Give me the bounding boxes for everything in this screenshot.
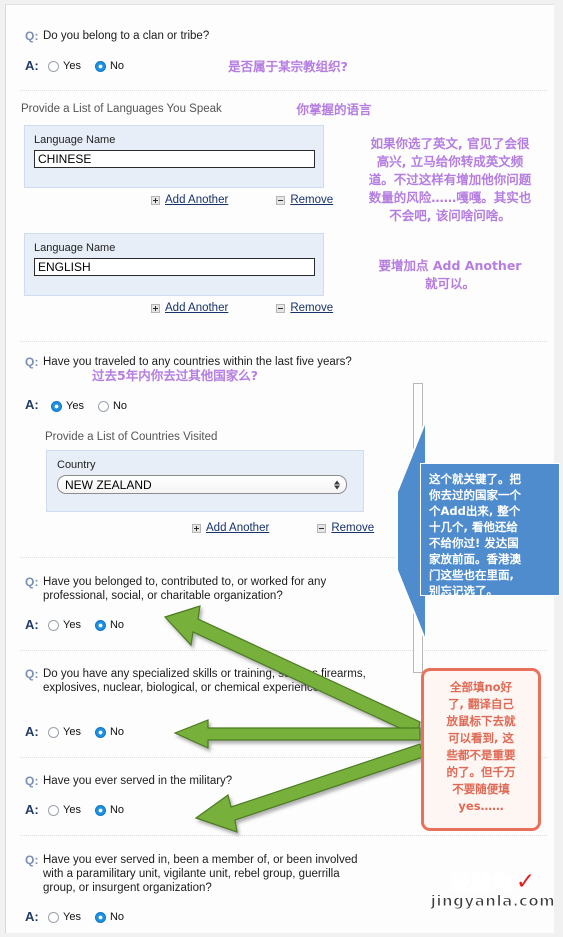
watermark-line-1: 经验啦✓	[428, 866, 558, 895]
screenshot-root: Q: Do you belong to a clan or tribe? A: …	[0, 0, 563, 937]
green-arrow-to-specialized-skills	[173, 719, 421, 749]
green-arrow-to-organization	[163, 605, 421, 737]
callout-no-answers: 全部填no好 了, 翻译自己 放鼠标下去就 可以看到, 这 些都不是重要 的了。…	[421, 668, 541, 831]
green-arrow-to-military	[194, 743, 424, 833]
watermark-url: jingyanla.com	[430, 892, 556, 911]
watermark: 经验啦✓ jingyanla.com	[428, 866, 558, 928]
watermark-name: 经验啦	[450, 870, 514, 895]
